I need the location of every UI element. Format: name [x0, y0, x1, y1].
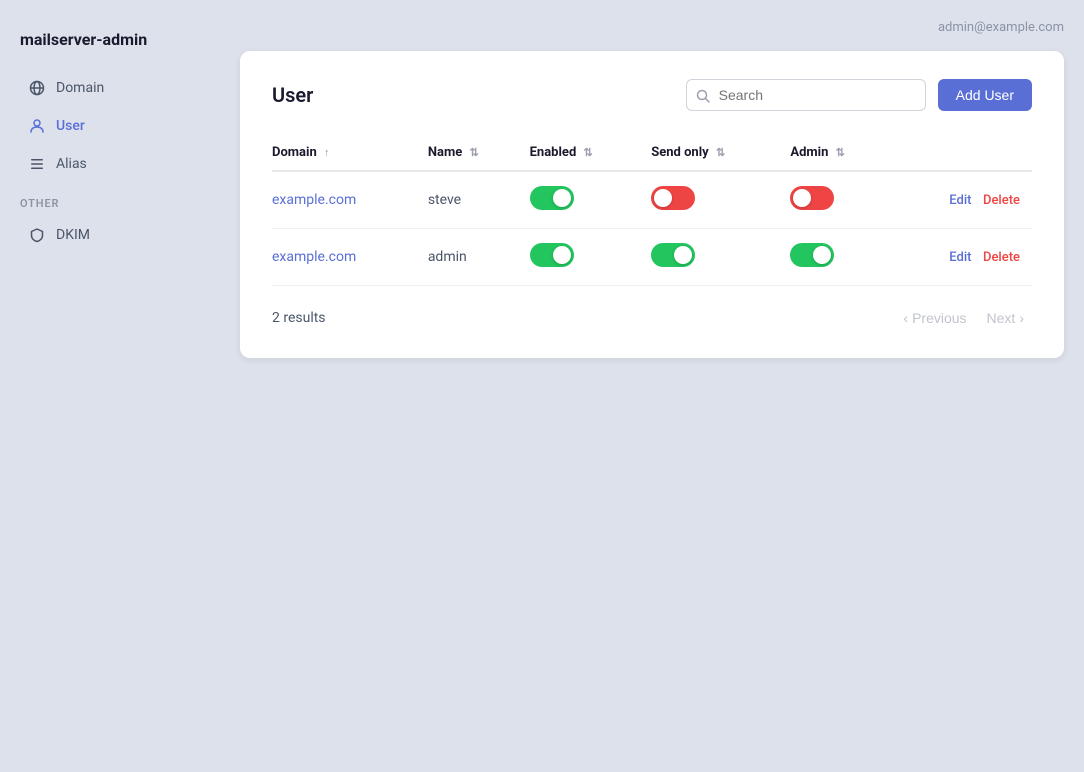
search-icon [696, 86, 710, 105]
sort-icon-send-only: ⇅ [716, 146, 725, 159]
pagination: ‹ Previous Next › [895, 306, 1032, 330]
sort-icon-name: ⇅ [469, 146, 478, 159]
app-title: mailserver-admin [0, 20, 220, 69]
sidebar-item-dkim[interactable]: DKIM [8, 217, 212, 253]
other-section-label: OTHER [0, 183, 220, 216]
users-table: Domain ↑ Name ⇅ Enabled ⇅ Send only ⇅ [272, 135, 1032, 286]
col-domain[interactable]: Domain ↑ [272, 135, 428, 171]
admin-toggle[interactable] [790, 243, 834, 267]
edit-button[interactable]: Edit [949, 250, 971, 265]
globe-icon [28, 79, 46, 97]
col-admin[interactable]: Admin ⇅ [790, 135, 898, 171]
previous-button[interactable]: ‹ Previous [895, 306, 974, 330]
delete-button[interactable]: Delete [983, 193, 1020, 208]
page-title: User [272, 83, 313, 107]
enabled-toggle[interactable] [530, 243, 574, 267]
col-actions [898, 135, 1032, 171]
card-header: User Add User [272, 79, 1032, 111]
main-content: admin@example.com User Add User [220, 0, 1084, 772]
sidebar-item-user-label: User [56, 118, 85, 134]
table-row: example.com admin Edit Delete [272, 229, 1032, 286]
user-icon [28, 117, 46, 135]
delete-button[interactable]: Delete [983, 250, 1020, 265]
chevron-left-icon: ‹ [903, 310, 908, 326]
sidebar-item-alias-label: Alias [56, 156, 87, 172]
sidebar: mailserver-admin Domain User [0, 0, 220, 772]
search-input[interactable] [686, 79, 926, 111]
sort-icon-enabled: ⇅ [584, 146, 593, 159]
user-card: User Add User Do [240, 51, 1064, 358]
card-header-actions: Add User [686, 79, 1032, 111]
next-button[interactable]: Next › [979, 306, 1032, 330]
table-footer: 2 results ‹ Previous Next › [272, 306, 1032, 330]
user-name-cell: admin [428, 229, 530, 286]
table-header-row: Domain ↑ Name ⇅ Enabled ⇅ Send only ⇅ [272, 135, 1032, 171]
user-name-cell: steve [428, 171, 530, 229]
send-only-toggle[interactable] [651, 186, 695, 210]
sidebar-item-dkim-label: DKIM [56, 227, 90, 243]
sort-asc-icon: ↑ [324, 146, 330, 159]
add-user-button[interactable]: Add User [938, 79, 1032, 111]
col-send-only[interactable]: Send only ⇅ [651, 135, 790, 171]
enabled-toggle[interactable] [530, 186, 574, 210]
sidebar-item-user[interactable]: User [8, 108, 212, 144]
admin-toggle[interactable] [790, 186, 834, 210]
admin-email: admin@example.com [938, 20, 1064, 35]
sidebar-item-alias[interactable]: Alias [8, 146, 212, 182]
domain-link[interactable]: example.com [272, 192, 356, 208]
table-row: example.com steve Edit Delete [272, 171, 1032, 229]
edit-button[interactable]: Edit [949, 193, 971, 208]
sidebar-item-domain[interactable]: Domain [8, 70, 212, 106]
actions-cell: Edit Delete [898, 229, 1032, 286]
list-icon [28, 155, 46, 173]
search-wrapper [686, 79, 926, 111]
send-only-toggle[interactable] [651, 243, 695, 267]
actions-cell: Edit Delete [898, 171, 1032, 229]
col-name[interactable]: Name ⇅ [428, 135, 530, 171]
chevron-right-icon: › [1019, 310, 1024, 326]
sidebar-item-domain-label: Domain [56, 80, 104, 96]
sort-icon-admin: ⇅ [836, 146, 845, 159]
col-enabled[interactable]: Enabled ⇅ [530, 135, 652, 171]
domain-link[interactable]: example.com [272, 249, 356, 265]
top-bar: admin@example.com [240, 20, 1064, 35]
results-count: 2 results [272, 310, 326, 326]
shield-icon [28, 226, 46, 244]
